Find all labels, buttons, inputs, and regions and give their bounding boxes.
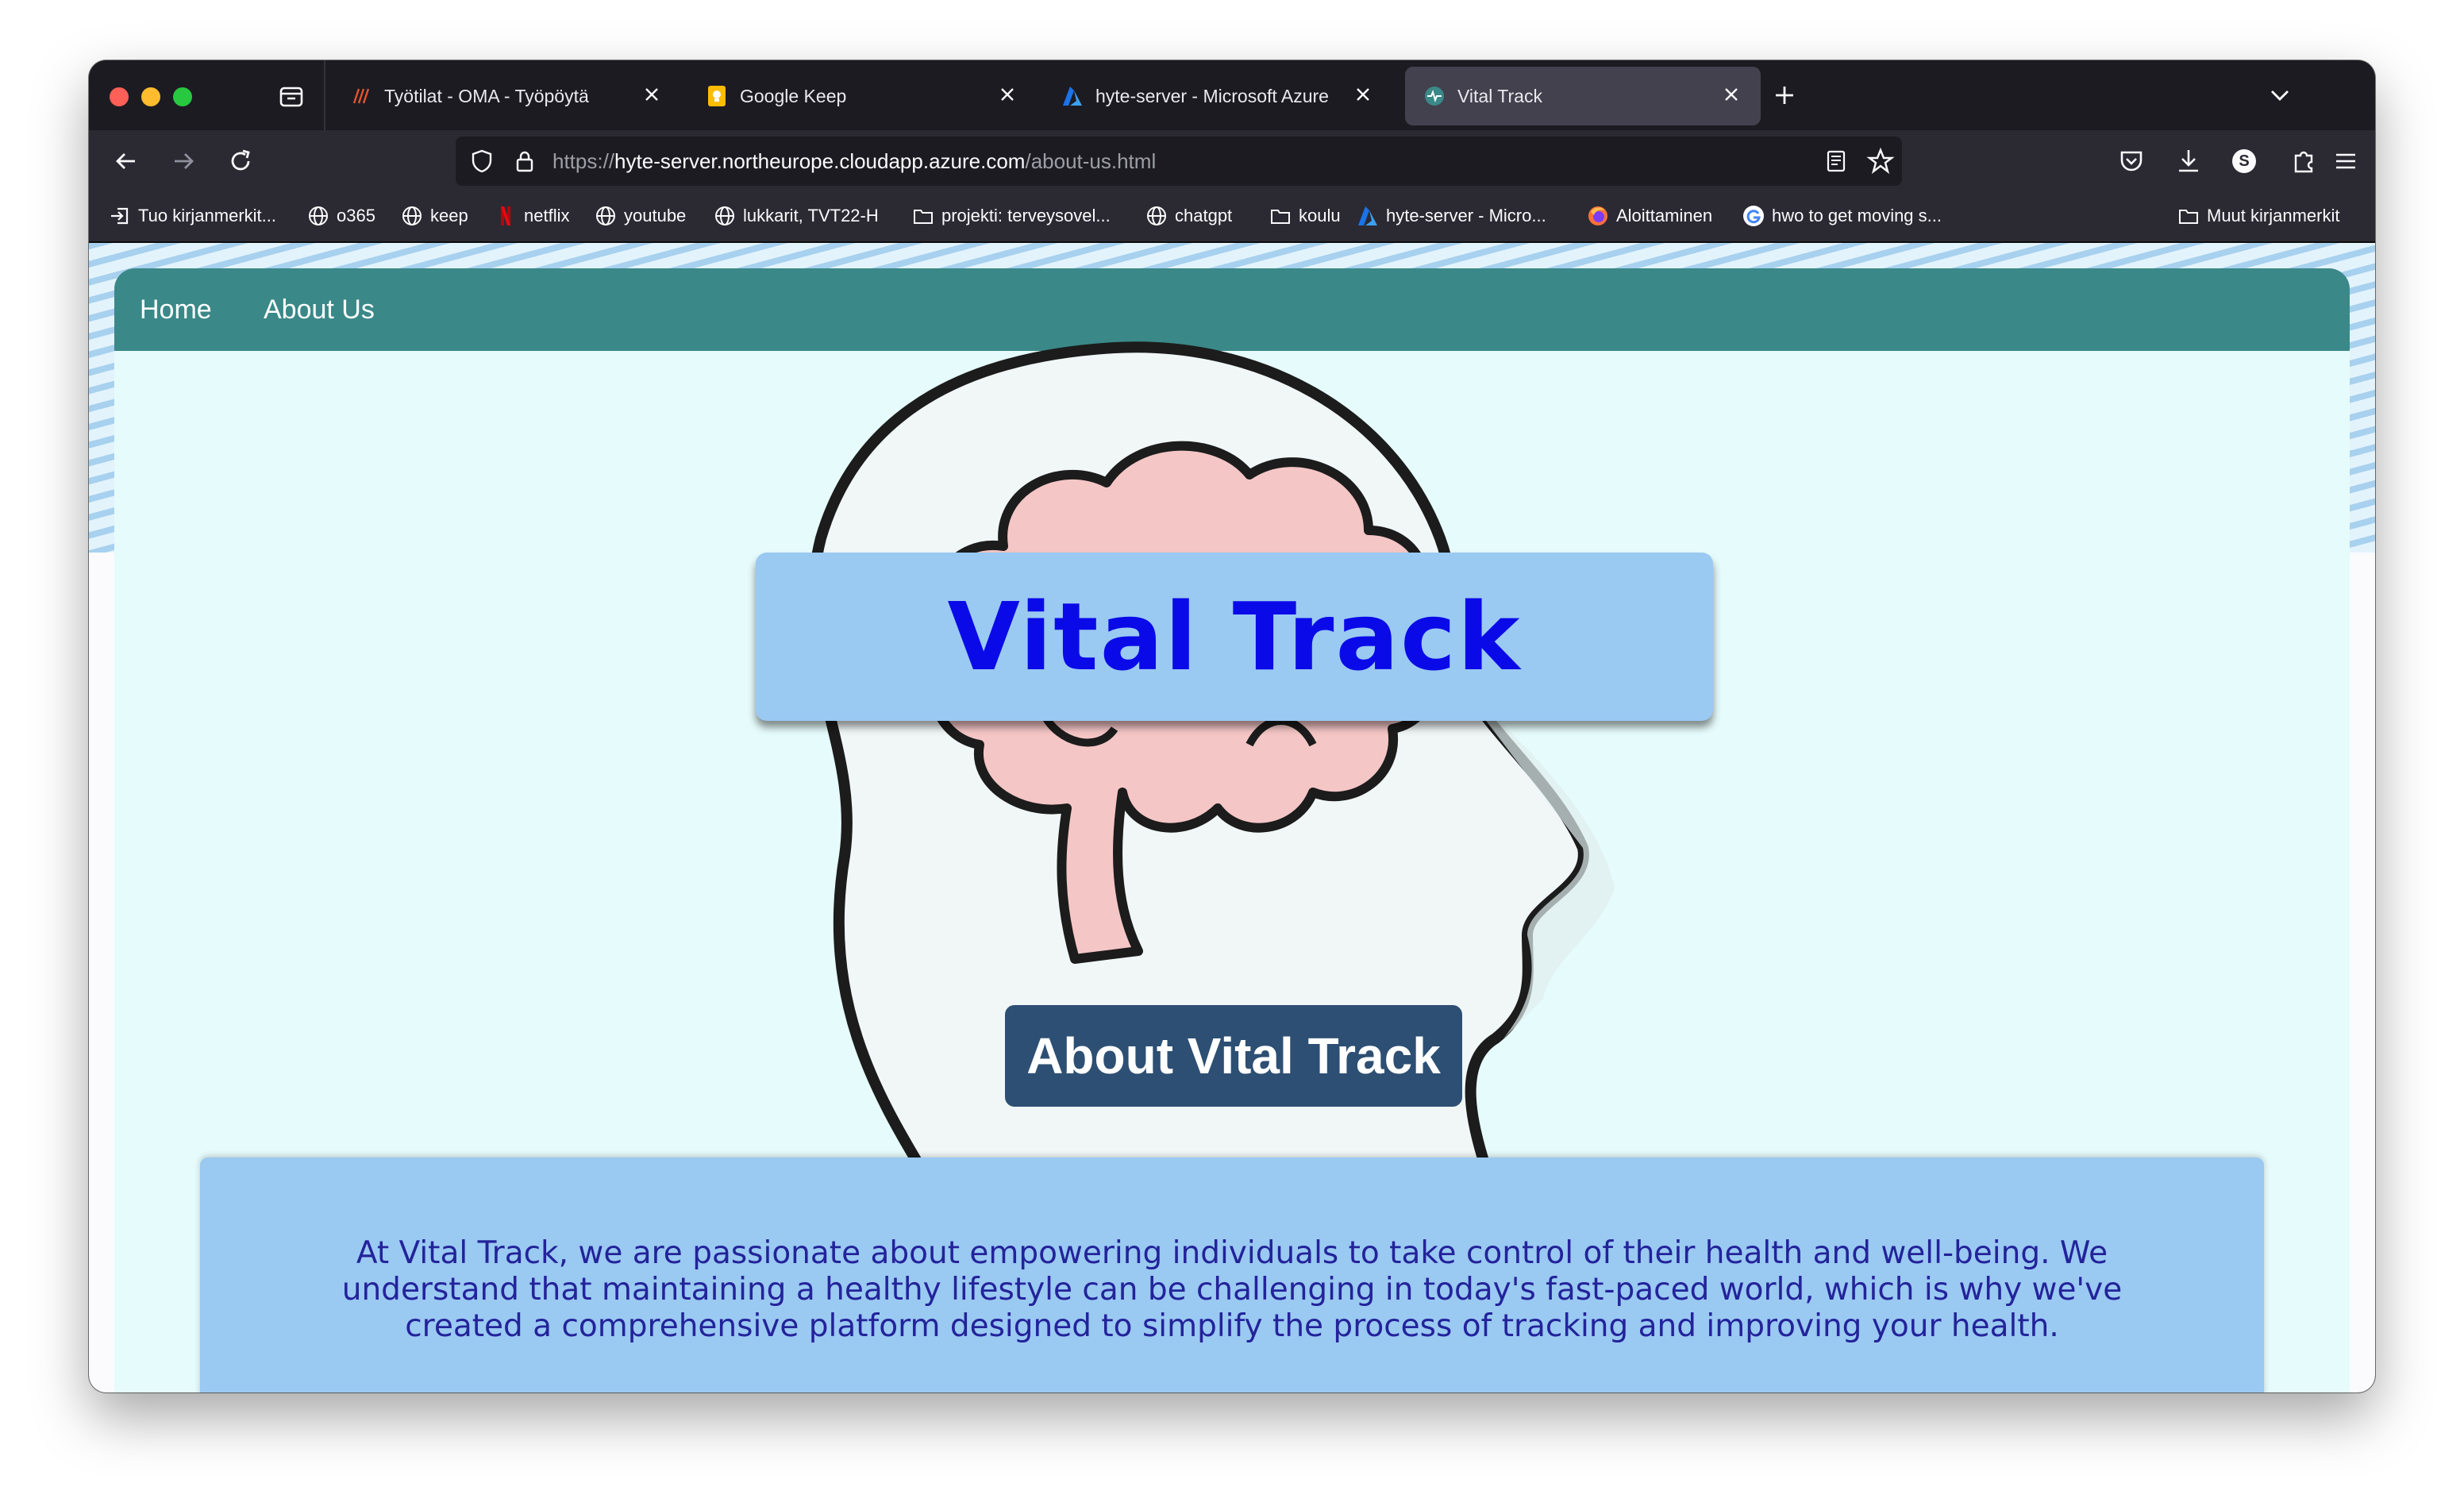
- close-window-button[interactable]: [110, 87, 129, 106]
- bookmark-item[interactable]: netflix: [494, 203, 569, 229]
- reader-view-icon[interactable]: [1823, 148, 1850, 175]
- globe-icon: [596, 206, 615, 225]
- close-tab-icon[interactable]: [638, 81, 665, 108]
- nav-link-home[interactable]: Home: [140, 294, 212, 325]
- pocket-icon[interactable]: [2115, 144, 2148, 178]
- reload-icon[interactable]: [224, 144, 257, 178]
- tab-title: Google Keep: [740, 86, 847, 106]
- account-avatar[interactable]: S: [2227, 144, 2261, 178]
- about-paragraph: At Vital Track, we are passionate about …: [341, 1235, 2123, 1344]
- bookmark-item[interactable]: lukkarit, TVT22-H: [713, 203, 879, 229]
- bookmark-item[interactable]: o365: [306, 203, 375, 229]
- bookmark-label: lukkarit, TVT22-H: [743, 206, 879, 225]
- bookmark-label: chatgpt: [1175, 206, 1233, 225]
- globe-icon: [309, 206, 328, 225]
- bookmark-label: koulu: [1299, 206, 1341, 225]
- tab-google-keep[interactable]: Google Keep: [687, 67, 1037, 125]
- bookmark-item[interactable]: hwo to get moving s...: [1742, 203, 1942, 229]
- globe-icon: [715, 206, 734, 225]
- tracking-protection-shield-icon[interactable]: [468, 148, 495, 175]
- firefox-view-icon[interactable]: [276, 81, 306, 111]
- browser-window: Työtilat - OMA - Työpöytä Google Keep hy…: [89, 60, 2375, 1393]
- import-icon: [111, 207, 129, 225]
- downloads-icon[interactable]: [2172, 144, 2205, 178]
- bookmark-label: projekti: terveysovel...: [941, 206, 1111, 225]
- back-arrow-icon[interactable]: [110, 144, 143, 178]
- menu-hamburger-icon[interactable]: [2329, 144, 2362, 178]
- globe-icon: [1147, 206, 1166, 225]
- bookmark-label: hwo to get moving s...: [1772, 206, 1942, 225]
- folder-icon: [2179, 210, 2198, 224]
- bookmark-item[interactable]: Aloittaminen: [1586, 203, 1712, 229]
- globe-icon: [402, 206, 422, 225]
- azure-icon: [1358, 206, 1377, 225]
- page-viewport: Home About Us Vital Track About Vital Tr…: [89, 243, 2375, 1393]
- bookmark-item[interactable]: youtube: [594, 203, 686, 229]
- bookmark-label: Tuo kirjanmerkit...: [138, 206, 277, 225]
- url-text[interactable]: https://hyte-server.northeurope.cloudapp…: [552, 149, 1156, 173]
- bookmark-item[interactable]: projekti: terveysovel...: [911, 203, 1111, 229]
- bookmark-star-icon[interactable]: [1865, 146, 1896, 176]
- keep-icon: [708, 86, 726, 106]
- avatar-initial: S: [2239, 152, 2250, 170]
- bookmark-item[interactable]: chatgpt: [1145, 203, 1232, 229]
- bookmark-item[interactable]: Tuo kirjanmerkit...: [108, 203, 276, 229]
- minimize-window-button[interactable]: [141, 87, 160, 106]
- oma-icon: [352, 88, 370, 104]
- site-container: Home About Us Vital Track About Vital Tr…: [114, 268, 2350, 1393]
- folder-icon: [914, 210, 933, 224]
- chevron-down-icon[interactable]: [2264, 79, 2296, 111]
- new-tab-icon[interactable]: [1769, 79, 1800, 111]
- about-text-card: At Vital Track, we are passionate about …: [200, 1158, 2264, 1393]
- google-icon: [1743, 206, 1764, 226]
- bookmark-item[interactable]: hyte-server - Micro...: [1356, 203, 1546, 229]
- tab-separator: [324, 60, 325, 130]
- site-title: Vital Track: [947, 582, 1522, 691]
- bookmark-item[interactable]: keep: [400, 203, 468, 229]
- bookmarks-toolbar: Tuo kirjanmerkit... o365 keep netflix yo…: [89, 192, 2375, 243]
- tab-title: Vital Track: [1457, 86, 1542, 106]
- tab-oma[interactable]: Työtilat - OMA - Työpöytä: [332, 67, 681, 125]
- tab-strip: Työtilat - OMA - Työpöytä Google Keep hy…: [89, 60, 2375, 130]
- netflix-icon: [501, 206, 510, 225]
- tab-vital-track[interactable]: Vital Track: [1405, 67, 1761, 125]
- vitaltrack-icon: [1425, 87, 1444, 106]
- bookmark-label: Muut kirjanmerkit: [2207, 206, 2340, 225]
- close-tab-icon[interactable]: [1718, 81, 1745, 108]
- site-title-banner: Vital Track: [756, 553, 1713, 721]
- bookmark-label: keep: [430, 206, 468, 225]
- bookmark-item[interactable]: koulu: [1269, 203, 1341, 229]
- tab-title: Työtilat - OMA - Työpöytä: [384, 86, 589, 106]
- address-bar[interactable]: https://hyte-server.northeurope.cloudapp…: [456, 137, 1902, 186]
- close-tab-icon[interactable]: [1349, 81, 1376, 108]
- tab-title: hyte-server - Microsoft Azure: [1095, 86, 1329, 106]
- bookmark-label: Aloittaminen: [1616, 206, 1713, 225]
- folder-icon: [1271, 210, 1290, 224]
- extensions-icon[interactable]: [2288, 144, 2321, 178]
- zoom-window-button[interactable]: [173, 87, 192, 106]
- lock-icon[interactable]: [511, 148, 538, 175]
- other-bookmarks[interactable]: Muut kirjanmerkit: [2177, 203, 2339, 229]
- bookmark-label: o365: [337, 206, 375, 225]
- bookmark-label: youtube: [624, 206, 687, 225]
- nav-link-about-us[interactable]: About Us: [264, 294, 375, 325]
- bookmark-label: netflix: [524, 206, 570, 225]
- about-heading-button[interactable]: About Vital Track: [1005, 1005, 1462, 1107]
- azure-icon: [1063, 87, 1082, 106]
- bookmark-label: hyte-server - Micro...: [1386, 206, 1546, 225]
- forward-arrow-icon[interactable]: [167, 144, 200, 178]
- tab-azure[interactable]: hyte-server - Microsoft Azure: [1043, 67, 1392, 125]
- close-tab-icon[interactable]: [994, 81, 1021, 108]
- firefox-icon: [1588, 206, 1607, 225]
- navigation-toolbar: https://hyte-server.northeurope.cloudapp…: [89, 130, 2375, 192]
